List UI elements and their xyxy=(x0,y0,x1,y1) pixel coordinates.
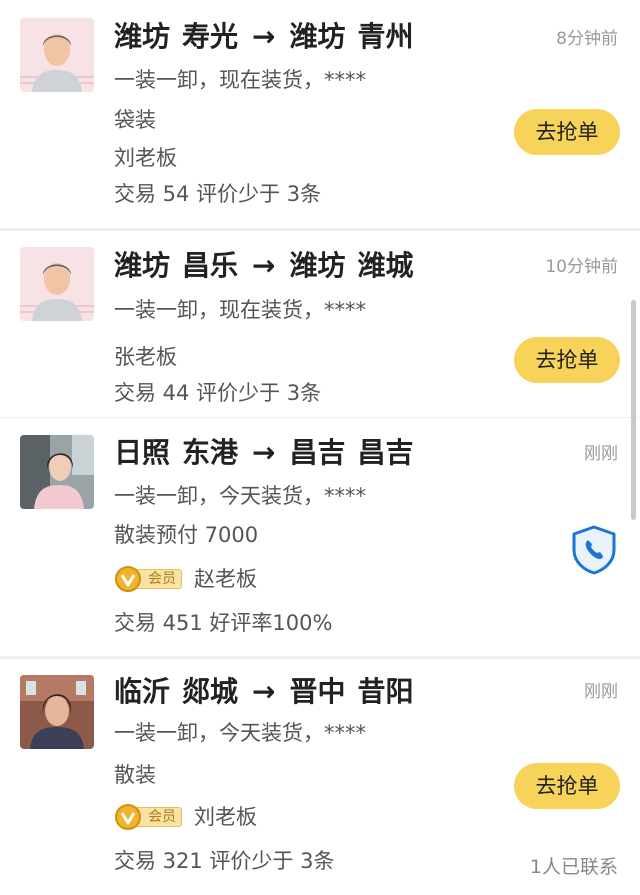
post-time: 10分钟前 xyxy=(545,257,618,277)
load-info: 一装一卸，现在装货，**** xyxy=(114,68,366,92)
route-title: 临沂 郯城 → 晋中 昔阳 xyxy=(114,675,414,708)
boss-name: 刘老板 xyxy=(194,805,257,829)
arrow-right-icon: → xyxy=(252,436,276,469)
post-time: 刚刚 xyxy=(584,682,618,702)
order-card[interactable]: 潍坊 寿光 → 潍坊 青州 8分钟前 一装一卸，现在装货，**** 袋装 刘老板 交易 … xyxy=(0,0,640,228)
order-card[interactable]: 潍坊 昌乐 → 潍坊 潍城 10分钟前 一装一卸，现在装货，**** 张老板 交易 44… xyxy=(0,231,640,417)
load-info: 一装一卸，现在装货，**** xyxy=(114,298,366,322)
cargo-type: 袋装 xyxy=(114,108,156,132)
route-title: 潍坊 寿光 → 潍坊 青州 xyxy=(114,20,414,53)
vip-badge: 会员 xyxy=(114,803,184,831)
cargo-type: 散装预付 7000 xyxy=(114,523,259,547)
trade-stats: 交易 54 评价少于 3条 xyxy=(114,182,322,206)
medal-icon xyxy=(115,804,141,830)
trade-stats: 交易 451 好评率100% xyxy=(114,611,333,635)
default-avatar xyxy=(20,247,94,321)
route-title: 日照 东港 → 昌吉 昌吉 xyxy=(114,436,414,469)
boss-name: 刘老板 xyxy=(114,146,177,170)
order-card[interactable]: 日照 东港 → 昌吉 昌吉 刚刚 一装一卸，今天装货，**** 散装预付 7000 会员… xyxy=(0,418,640,656)
grab-order-button[interactable]: 去抢单 xyxy=(514,763,620,809)
shield-phone-icon[interactable] xyxy=(570,524,618,576)
arrow-right-icon: → xyxy=(252,249,276,282)
boss-name: 赵老板 xyxy=(194,567,257,591)
grab-order-button[interactable]: 去抢单 xyxy=(514,337,620,383)
order-card[interactable]: 临沂 郯城 → 晋中 昔阳 刚刚 一装一卸，今天装货，**** 散装 会员 刘老板 交易… xyxy=(0,659,640,895)
boss-name: 张老板 xyxy=(114,345,177,369)
arrow-right-icon: → xyxy=(252,675,276,708)
trade-stats: 交易 321 评价少于 3条 xyxy=(114,849,335,873)
load-info: 一装一卸，今天装货，**** xyxy=(114,484,366,508)
medal-icon xyxy=(115,566,141,592)
grab-order-button[interactable]: 去抢单 xyxy=(514,109,620,155)
arrow-right-icon: → xyxy=(252,20,276,53)
vip-badge: 会员 xyxy=(114,565,184,593)
post-time: 8分钟前 xyxy=(556,29,618,49)
default-avatar xyxy=(20,18,94,92)
route-title: 潍坊 昌乐 → 潍坊 潍城 xyxy=(114,249,414,282)
user-avatar xyxy=(20,435,94,509)
trade-stats: 交易 44 评价少于 3条 xyxy=(114,381,322,405)
cargo-type: 散装 xyxy=(114,763,156,787)
contacted-count: 1人已联系 xyxy=(529,856,618,878)
user-avatar xyxy=(20,675,94,749)
scrollbar[interactable] xyxy=(631,300,636,520)
post-time: 刚刚 xyxy=(584,444,618,464)
load-info: 一装一卸，今天装货，**** xyxy=(114,721,366,745)
